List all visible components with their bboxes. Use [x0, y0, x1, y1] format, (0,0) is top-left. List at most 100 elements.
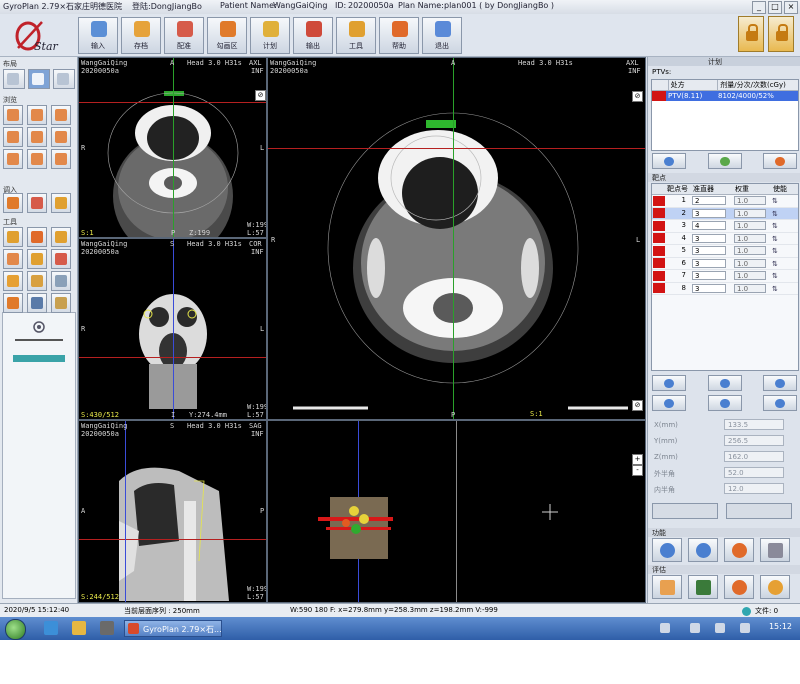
fit-view-icon[interactable]: ⊘ [632, 400, 643, 411]
tray-network-icon[interactable] [690, 623, 700, 633]
dose-profile-button[interactable] [688, 575, 718, 599]
maximize-button[interactable]: □ [768, 1, 782, 14]
zoom-icon[interactable] [3, 227, 23, 247]
window-level-icon[interactable] [27, 227, 47, 247]
3d-dose-viewport[interactable]: + - [267, 420, 646, 603]
view-tilt-right-icon[interactable] [51, 149, 71, 169]
beam-row[interactable]: 5 3 1.0 ⇅ [652, 245, 798, 258]
beam-enable-spinner-icon[interactable]: ⇅ [772, 246, 782, 255]
sagittal-viewport[interactable]: WangGaiQing 20200050a S Head 3.0 H31s SA… [78, 420, 267, 603]
beam-row[interactable]: 8 3 1.0 ⇅ [652, 283, 798, 295]
beam-weight-input[interactable]: 1.0 [734, 271, 766, 281]
beam-enable-spinner-icon[interactable]: ⇅ [772, 284, 782, 293]
explorer-icon[interactable] [72, 621, 86, 635]
apply-button[interactable] [652, 503, 718, 519]
beam-enable-spinner-icon[interactable]: ⇅ [772, 209, 782, 218]
beam-collimator-select[interactable]: 3 [692, 258, 726, 268]
optimize-button[interactable] [724, 538, 754, 562]
toolbar-plan-button[interactable]: 计划 [250, 17, 290, 54]
view-rotate-left-icon[interactable] [3, 105, 23, 125]
beam-weight-input[interactable]: 1.0 [734, 258, 766, 268]
view-center-icon[interactable] [27, 127, 47, 147]
beam-weight-input[interactable]: 1.0 [734, 196, 766, 206]
brush-icon[interactable] [3, 271, 23, 291]
toolbar-save-button[interactable]: 存档 [121, 17, 161, 54]
fit-view-icon[interactable]: ⊘ [255, 90, 266, 101]
crosshair-icon[interactable] [3, 249, 23, 269]
measure-icon[interactable] [27, 249, 47, 269]
fill-icon[interactable] [27, 271, 47, 291]
sequence-list[interactable] [2, 312, 76, 599]
toolbar-exit-button[interactable]: 退出 [422, 17, 462, 54]
text-icon[interactable] [27, 293, 47, 313]
ptv-add-button[interactable] [652, 153, 686, 169]
beam-row[interactable]: 3 4 1.0 ⇅ [652, 220, 798, 233]
view-flip-left-icon[interactable] [3, 127, 23, 147]
view-tilt-left-icon[interactable] [3, 149, 23, 169]
axial-thumbnail-viewport[interactable]: WangGaiQing 20200050a A Head 3.0 H31s AX… [78, 57, 267, 238]
beam-row[interactable]: 1 2 1.0 ⇅ [652, 195, 798, 208]
beam-enable-spinner-icon[interactable]: ⇅ [772, 271, 782, 280]
reset-icon[interactable] [51, 293, 71, 313]
beam-table[interactable]: 靶点号 准直器 权重 使能 1 2 1.0 ⇅ 2 3 1.0 ⇅ 3 4 1.0 ⇅ 4 3 1.0 ⇅ 5 3… [651, 183, 799, 371]
axial-main-viewport[interactable]: WangGaiQing 20200050a A Head 3.0 H31s AX… [267, 57, 646, 420]
toolbar-tools-button[interactable]: 工具 [336, 17, 376, 54]
ptv-delete-button[interactable] [763, 153, 797, 169]
toolbar-output-button[interactable]: 输出 [293, 17, 333, 54]
beam-collimator-select[interactable]: 2 [692, 196, 726, 206]
param-value-input[interactable]: 162.0 [724, 451, 784, 462]
beam-enable-spinner-icon[interactable]: ⇅ [772, 196, 782, 205]
ie-icon[interactable] [44, 621, 58, 635]
coronal-viewport[interactable]: WangGaiQing 20200050a S Head 3.0 H31s CO… [78, 238, 267, 420]
toolbar-contour-button[interactable]: 勾画区 [207, 17, 247, 54]
beam-collimator-select[interactable]: 3 [692, 233, 726, 243]
beam-weight-input[interactable]: 1.0 [734, 283, 766, 293]
unlock-icon[interactable] [738, 16, 764, 52]
layout-grid-button[interactable] [28, 69, 50, 89]
beam-collimator-select[interactable]: 3 [692, 246, 726, 256]
toolbar-help-button[interactable]: 帮助 [379, 17, 419, 54]
beam-weight-input[interactable]: 1.0 [734, 246, 766, 256]
tray-keyboard-icon[interactable] [660, 623, 670, 633]
load-contour-icon[interactable] [51, 193, 71, 213]
view-rotate-right-icon[interactable] [51, 105, 71, 125]
angle-icon[interactable] [3, 293, 23, 313]
view-flip-right-icon[interactable] [51, 127, 71, 147]
layout-quad-button[interactable] [53, 69, 75, 89]
beam-weight-input[interactable]: 1.0 [734, 221, 766, 231]
start-button[interactable] [5, 619, 26, 640]
dvh-grid-button[interactable] [652, 575, 682, 599]
beam-redo-button[interactable] [763, 395, 797, 411]
param-value-input[interactable]: 12.0 [724, 483, 784, 494]
view-rotate-up-icon[interactable] [27, 105, 47, 125]
view-tilt-down-icon[interactable] [27, 149, 47, 169]
toolbar-import-button[interactable]: 输入 [78, 17, 118, 54]
fit-view-icon[interactable]: ⊘ [632, 91, 643, 102]
apply-all-button[interactable] [726, 503, 792, 519]
media-player-icon[interactable] [100, 621, 114, 635]
beam-enable-spinner-icon[interactable]: ⇅ [772, 221, 782, 230]
beam-enable-spinner-icon[interactable]: ⇅ [772, 234, 782, 243]
param-value-input[interactable]: 256.5 [724, 435, 784, 446]
lock-icon[interactable] [768, 16, 794, 52]
tray-flag-icon[interactable] [715, 623, 725, 633]
fast-forward-button[interactable] [652, 538, 682, 562]
beam-row[interactable]: 7 3 1.0 ⇅ [652, 270, 798, 283]
roi-icon[interactable] [51, 249, 71, 269]
beam-add-button[interactable] [652, 375, 686, 391]
beam-collimator-select[interactable]: 3 [692, 271, 726, 281]
load-brain-icon[interactable] [27, 193, 47, 213]
beam-undo-button[interactable] [708, 395, 742, 411]
minimize-button[interactable]: _ [752, 1, 766, 14]
zoom-out-icon[interactable]: - [632, 465, 643, 476]
load-image-icon[interactable] [3, 193, 23, 213]
beam-enable-spinner-icon[interactable]: ⇅ [772, 259, 782, 268]
beam-row[interactable]: 6 3 1.0 ⇅ [652, 258, 798, 270]
param-value-input[interactable]: 52.0 [724, 467, 784, 478]
beam-collimator-select[interactable]: 3 [692, 208, 726, 218]
beam-export-button[interactable] [652, 395, 686, 411]
ptv-edit-button[interactable] [708, 153, 742, 169]
ptv-row[interactable]: PTV(8.11) 8102/4000/52% [652, 91, 798, 101]
beam-weight-input[interactable]: 1.0 [734, 208, 766, 218]
layout-single-button[interactable] [3, 69, 25, 89]
